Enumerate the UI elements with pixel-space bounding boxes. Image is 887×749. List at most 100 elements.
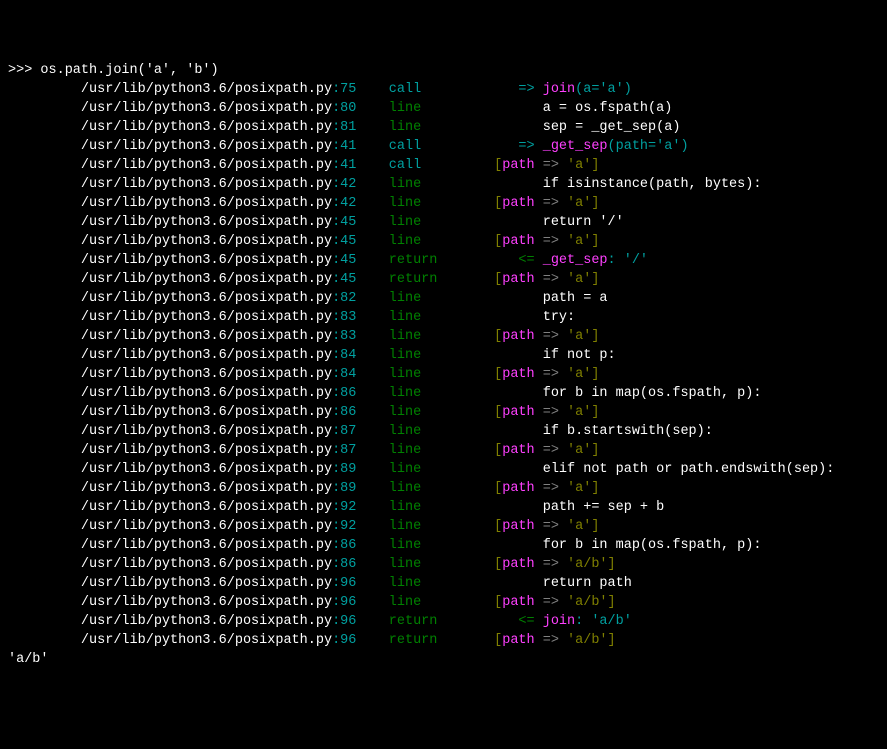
trace-lineno: 83	[340, 329, 356, 344]
trace-lineno: 86	[340, 557, 356, 572]
trace-var-name: path	[502, 234, 534, 249]
trace-filepath: /usr/lib/python3.6/posixpath.py	[8, 329, 332, 344]
trace-lineno: 41	[340, 139, 356, 154]
trace-filepath: /usr/lib/python3.6/posixpath.py	[8, 367, 332, 382]
bracket-close: ]	[591, 405, 599, 420]
separator-colon: :	[332, 329, 340, 344]
trace-line: /usr/lib/python3.6/posixpath.py:89 line …	[8, 479, 879, 498]
separator-colon: :	[332, 272, 340, 287]
trace-line: /usr/lib/python3.6/posixpath.py:86 line …	[8, 403, 879, 422]
bracket-close: ]	[591, 367, 599, 382]
trace-filepath: /usr/lib/python3.6/posixpath.py	[8, 424, 332, 439]
trace-var-name: path	[502, 595, 534, 610]
trace-line: /usr/lib/python3.6/posixpath.py:84 line …	[8, 346, 879, 365]
trace-var-name: path	[502, 633, 534, 648]
trace-filepath: /usr/lib/python3.6/posixpath.py	[8, 500, 332, 515]
trace-lineno: 92	[340, 519, 356, 534]
bracket-open: [	[494, 272, 502, 287]
trace-event: call	[389, 139, 421, 154]
trace-filepath: /usr/lib/python3.6/posixpath.py	[8, 462, 332, 477]
trace-event: line	[389, 595, 421, 610]
repl-result: 'a/b'	[8, 652, 49, 667]
trace-var-value: 'a'	[567, 481, 591, 496]
trace-event: return	[389, 253, 438, 268]
return-arrow-icon: <=	[494, 253, 543, 268]
trace-lineno: 42	[340, 196, 356, 211]
bracket-open: [	[494, 519, 502, 534]
trace-event: line	[389, 481, 421, 496]
trace-var-name: path	[502, 158, 534, 173]
trace-filepath: /usr/lib/python3.6/posixpath.py	[8, 481, 332, 496]
trace-line: /usr/lib/python3.6/posixpath.py:45 line …	[8, 232, 879, 251]
terminal-output: >>> os.path.join('a', 'b') /usr/lib/pyth…	[8, 61, 879, 669]
trace-lineno: 84	[340, 367, 356, 382]
trace-lineno: 96	[340, 633, 356, 648]
trace-code: return '/'	[494, 215, 624, 230]
bracket-open: [	[494, 329, 502, 344]
trace-var-value: 'a/b'	[567, 595, 608, 610]
trace-var-value: 'a'	[567, 443, 591, 458]
separator-colon: :	[332, 633, 340, 648]
trace-filepath: /usr/lib/python3.6/posixpath.py	[8, 386, 332, 401]
trace-func: join	[543, 82, 575, 97]
trace-lineno: 45	[340, 253, 356, 268]
return-arrow-icon: <=	[494, 614, 543, 629]
trace-filepath: /usr/lib/python3.6/posixpath.py	[8, 310, 332, 325]
bracket-open: [	[494, 234, 502, 249]
trace-line: /usr/lib/python3.6/posixpath.py:82 line …	[8, 289, 879, 308]
trace-var-name: path	[502, 329, 534, 344]
trace-var-value: 'a'	[567, 519, 591, 534]
separator-colon: :	[332, 253, 340, 268]
trace-line: /usr/lib/python3.6/posixpath.py:45 line …	[8, 213, 879, 232]
trace-line: /usr/lib/python3.6/posixpath.py:84 line …	[8, 365, 879, 384]
separator-colon: :	[332, 82, 340, 97]
repl-input-line[interactable]: >>> os.path.join('a', 'b')	[8, 61, 879, 80]
separator-colon: :	[332, 234, 340, 249]
separator-colon: :	[332, 120, 340, 135]
trace-filepath: /usr/lib/python3.6/posixpath.py	[8, 405, 332, 420]
separator-colon: :	[332, 576, 340, 591]
trace-event: line	[389, 576, 421, 591]
fat-arrow-icon: =>	[535, 272, 567, 287]
fat-arrow-icon: =>	[535, 367, 567, 382]
trace-var-name: path	[502, 481, 534, 496]
trace-lineno: 45	[340, 215, 356, 230]
trace-lineno: 86	[340, 538, 356, 553]
trace-var-name: path	[502, 272, 534, 287]
trace-lineno: 82	[340, 291, 356, 306]
trace-var-name: path	[502, 405, 534, 420]
trace-lineno: 80	[340, 101, 356, 116]
trace-event: line	[389, 234, 421, 249]
bracket-open: [	[494, 443, 502, 458]
separator-colon: :	[332, 614, 340, 629]
trace-code: sep = _get_sep(a)	[494, 120, 680, 135]
trace-line: /usr/lib/python3.6/posixpath.py:89 line …	[8, 460, 879, 479]
trace-line: /usr/lib/python3.6/posixpath.py:87 line …	[8, 422, 879, 441]
trace-event: line	[389, 291, 421, 306]
trace-line: /usr/lib/python3.6/posixpath.py:86 line …	[8, 555, 879, 574]
trace-lineno: 83	[340, 310, 356, 325]
trace-filepath: /usr/lib/python3.6/posixpath.py	[8, 215, 332, 230]
trace-var-name: path	[502, 557, 534, 572]
bracket-open: [	[494, 481, 502, 496]
trace-code: elif not path or path.endswith(sep):	[494, 462, 834, 477]
trace-code: if not p:	[494, 348, 616, 363]
separator-colon: :	[332, 177, 340, 192]
trace-return-value: : '/'	[608, 253, 649, 268]
separator-colon: :	[332, 215, 340, 230]
separator-colon: :	[332, 158, 340, 173]
trace-filepath: /usr/lib/python3.6/posixpath.py	[8, 234, 332, 249]
trace-var-value: 'a'	[567, 196, 591, 211]
trace-line: /usr/lib/python3.6/posixpath.py:80 line …	[8, 99, 879, 118]
fat-arrow-icon: =>	[535, 158, 567, 173]
trace-event: line	[389, 386, 421, 401]
trace-event: line	[389, 348, 421, 363]
trace-lineno: 42	[340, 177, 356, 192]
fat-arrow-icon: =>	[535, 234, 567, 249]
trace-lineno: 45	[340, 272, 356, 287]
separator-colon: :	[332, 310, 340, 325]
fat-arrow-icon: =>	[535, 196, 567, 211]
trace-filepath: /usr/lib/python3.6/posixpath.py	[8, 177, 332, 192]
trace-func: _get_sep	[543, 139, 608, 154]
trace-filepath: /usr/lib/python3.6/posixpath.py	[8, 348, 332, 363]
